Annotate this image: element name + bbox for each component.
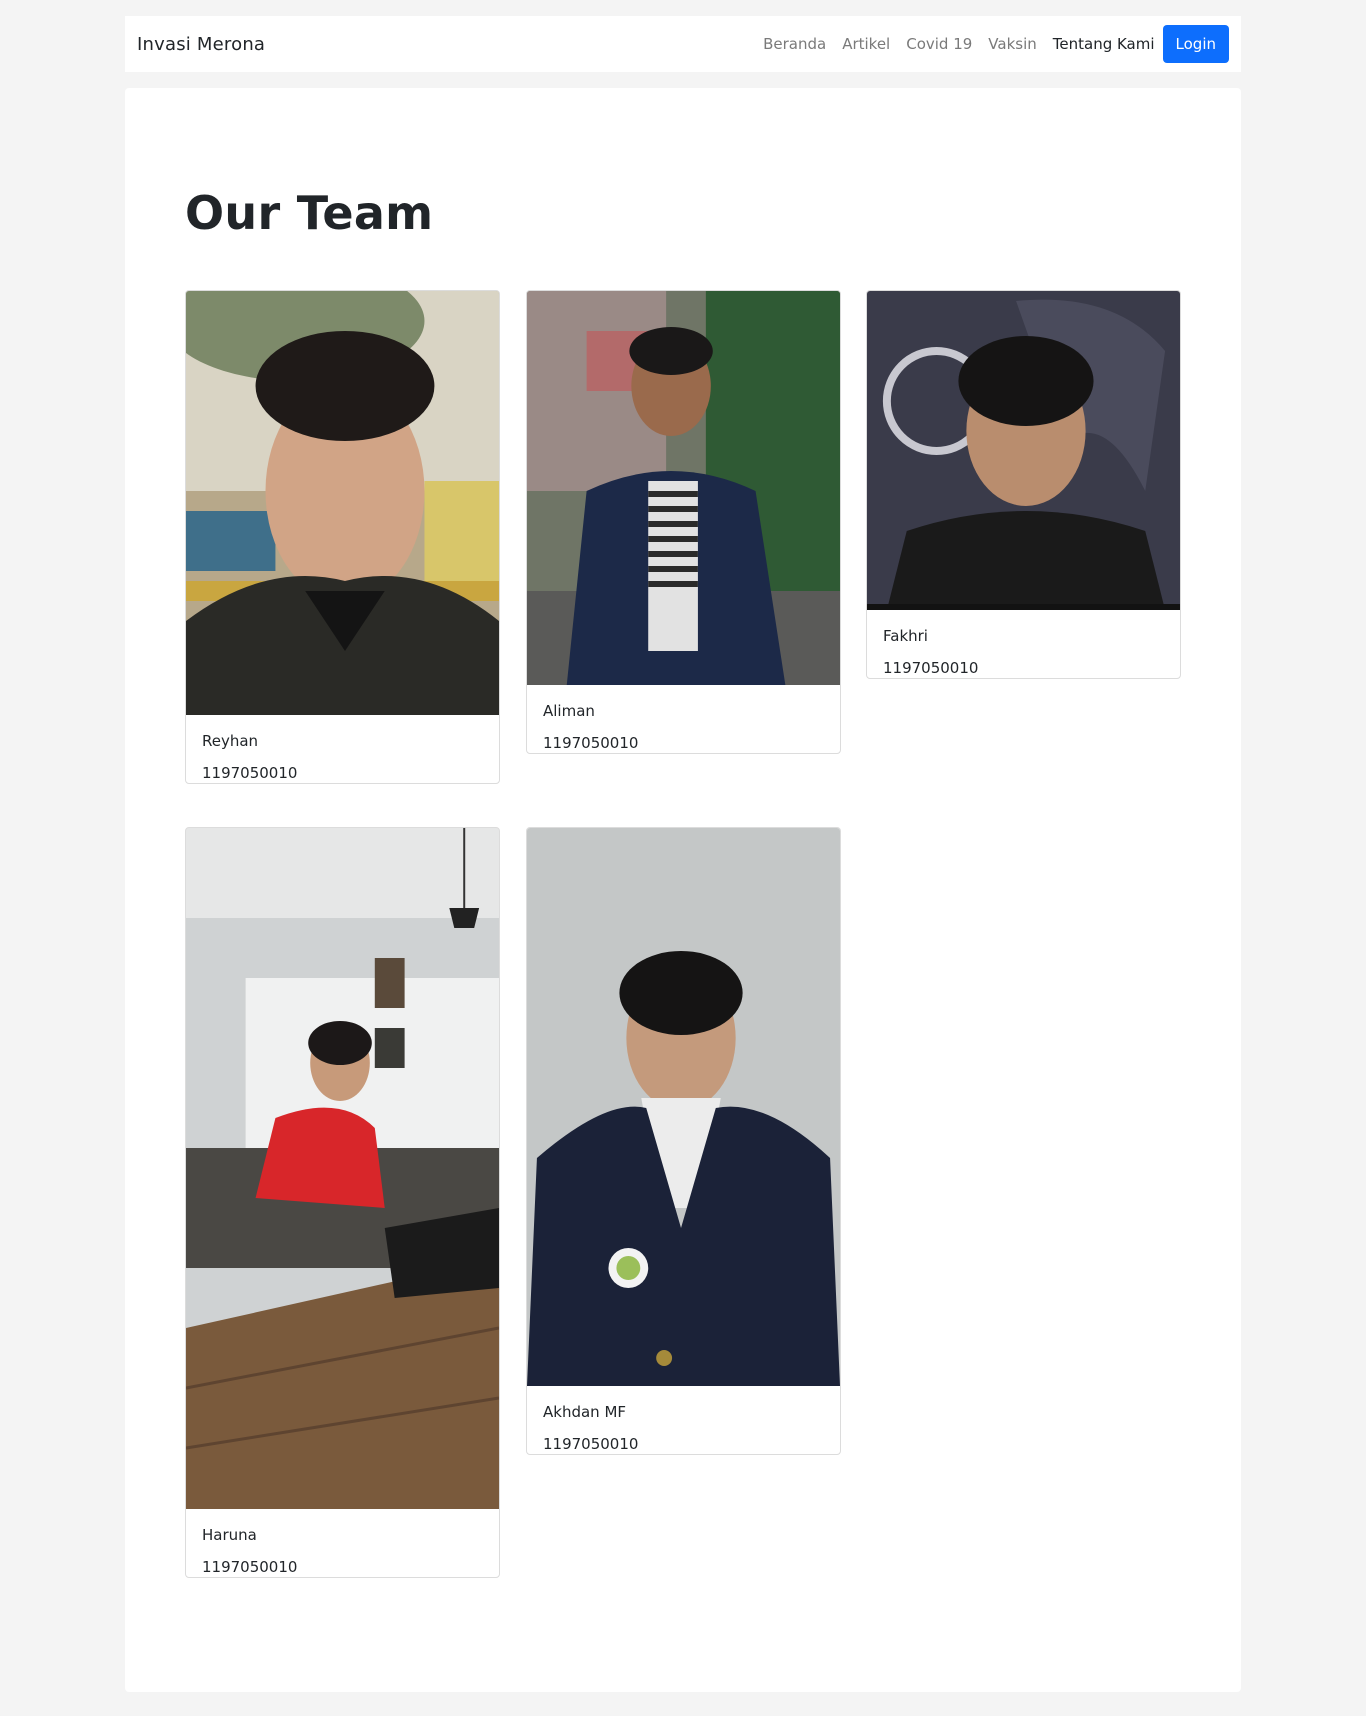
member-name: Akhdan MF bbox=[543, 1403, 627, 1421]
member-id: 1197050010 bbox=[543, 734, 639, 752]
member-id: 1197050010 bbox=[883, 659, 979, 677]
member-name: Haruna bbox=[202, 1526, 257, 1544]
team-card-fakhri: Fakhri 1197050010 bbox=[866, 290, 1181, 679]
brand-logo[interactable]: Invasi Merona bbox=[137, 34, 265, 55]
card-body: Haruna 1197050010 bbox=[186, 1509, 499, 1577]
card-body: Aliman 1197050010 bbox=[527, 685, 840, 753]
nav-link-vaksin[interactable]: Vaksin bbox=[980, 35, 1044, 53]
main-content: Our Team Reyhan 1197050010 Aliman 119705… bbox=[125, 88, 1241, 1692]
login-button[interactable]: Login bbox=[1162, 25, 1229, 63]
team-card-aliman: Aliman 1197050010 bbox=[526, 290, 841, 754]
member-id: 1197050010 bbox=[202, 764, 298, 782]
nav-link-artikel[interactable]: Artikel bbox=[834, 35, 898, 53]
member-name: Fakhri bbox=[883, 627, 928, 645]
member-id: 1197050010 bbox=[202, 1558, 298, 1576]
member-photo bbox=[867, 291, 1180, 610]
member-photo bbox=[527, 828, 840, 1386]
navbar: Invasi Merona Beranda Artikel Covid 19 V… bbox=[125, 16, 1241, 72]
member-photo bbox=[527, 291, 840, 685]
member-photo bbox=[186, 828, 499, 1509]
member-id: 1197050010 bbox=[543, 1435, 639, 1453]
member-photo bbox=[186, 291, 499, 715]
team-card-reyhan: Reyhan 1197050010 bbox=[185, 290, 500, 784]
card-body: Reyhan 1197050010 bbox=[186, 715, 499, 783]
page-title: Our Team bbox=[185, 186, 434, 240]
member-name: Reyhan bbox=[202, 732, 259, 750]
card-body: Akhdan MF 1197050010 bbox=[527, 1386, 840, 1454]
team-card-haruna: Haruna 1197050010 bbox=[185, 827, 500, 1578]
team-card-akhdan-mf: Akhdan MF 1197050010 bbox=[526, 827, 841, 1455]
nav-link-beranda[interactable]: Beranda bbox=[755, 35, 834, 53]
nav-link-tentang-kami[interactable]: Tentang Kami bbox=[1045, 35, 1163, 53]
nav-links: Beranda Artikel Covid 19 Vaksin Tentang … bbox=[755, 25, 1229, 63]
nav-link-covid19[interactable]: Covid 19 bbox=[898, 35, 980, 53]
card-body: Fakhri 1197050010 bbox=[867, 610, 1180, 678]
member-name: Aliman bbox=[543, 702, 595, 720]
